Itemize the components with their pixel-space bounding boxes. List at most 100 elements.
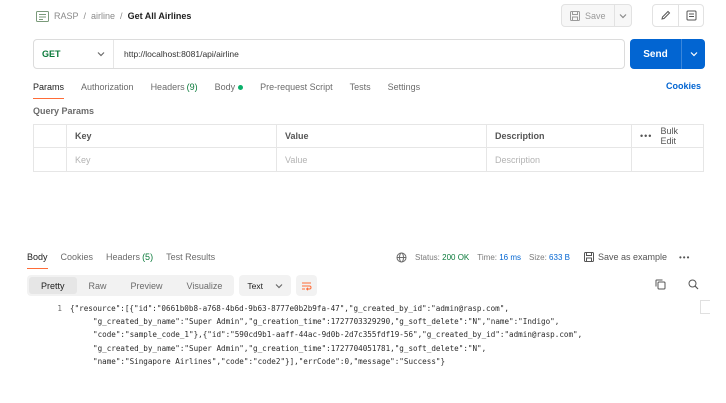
tab-params[interactable]: Params <box>33 80 65 99</box>
size-value: 633 B <box>549 252 570 262</box>
view-raw[interactable]: Raw <box>77 277 119 294</box>
tab-label: Cookies <box>60 252 94 262</box>
code-text: "code":"sample_code_1"},{"id":"590cd9b1-… <box>93 330 583 340</box>
status-label: Status: <box>415 252 440 262</box>
size-info[interactable]: Size: 633 B <box>529 253 570 262</box>
tab-response-cookies[interactable]: Cookies <box>61 250 94 264</box>
globe-icon[interactable] <box>396 252 407 263</box>
tab-label: Settings <box>387 82 421 92</box>
view-preview[interactable]: Preview <box>119 277 175 294</box>
tab-test-results[interactable]: Test Results <box>166 250 215 264</box>
code-text: "g_created_by_name":"Super Admin","g_cre… <box>93 317 560 327</box>
tab-label: Pre-request Script <box>260 82 333 92</box>
more-options-icon[interactable]: ••• <box>679 253 690 262</box>
tab-authorization[interactable]: Authorization <box>81 80 134 94</box>
format-select[interactable]: Text <box>239 275 291 296</box>
response-toolbar: Pretty Raw Preview Visualize Text <box>27 275 317 296</box>
documentation-button[interactable] <box>678 5 703 26</box>
tab-pre-request-script[interactable]: Pre-request Script <box>260 80 333 94</box>
tab-settings[interactable]: Settings <box>388 80 421 94</box>
document-icon <box>686 10 696 21</box>
tab-label: Body <box>27 252 48 262</box>
response-tabs: Body Cookies Headers (5) Test Results <box>27 250 228 269</box>
save-icon <box>570 10 580 21</box>
pencil-icon <box>661 10 671 20</box>
more-options-icon[interactable]: ••• <box>640 131 652 141</box>
status-info[interactable]: Status: 200 OK <box>415 253 469 262</box>
save-icon <box>583 252 594 262</box>
view-visualize[interactable]: Visualize <box>175 277 235 294</box>
breadcrumb-separator: / <box>120 11 123 21</box>
send-dropdown[interactable] <box>681 39 705 69</box>
save-dropdown[interactable] <box>615 5 631 26</box>
tab-label: Authorization <box>81 82 134 92</box>
time-value: 16 ms <box>499 252 522 262</box>
tab-body[interactable]: Body <box>215 80 244 94</box>
chevron-down-icon <box>619 13 626 18</box>
tab-label: Headers <box>150 82 185 92</box>
tab-label: Test Results <box>166 252 216 262</box>
code-line-wrap: "name":"Singapore Airlines","code":"code… <box>40 355 710 368</box>
code-text: "name":"Singapore Airlines","code":"code… <box>93 356 446 366</box>
copy-icon[interactable] <box>655 279 666 290</box>
code-line-wrap: "g_created_by_name":"Super Admin","g_cre… <box>40 315 710 328</box>
line-number: 1 <box>57 304 62 313</box>
search-icon[interactable] <box>688 279 699 290</box>
tab-tests[interactable]: Tests <box>350 80 371 94</box>
save-as-example-button[interactable]: Save as example <box>583 252 667 262</box>
value-input[interactable]: Value <box>277 148 487 171</box>
request-tabs: Params Authorization Headers (9) Body Pre… <box>33 80 437 99</box>
view-mode-segment: Pretty Raw Preview Visualize <box>27 275 235 296</box>
headers-count: (9) <box>186 82 198 92</box>
key-input[interactable]: Key <box>67 148 277 171</box>
breadcrumb-workspace[interactable]: RASP <box>54 11 79 21</box>
save-label: Save <box>585 10 606 21</box>
breadcrumb-collection[interactable]: airline <box>91 11 115 21</box>
response-actions <box>655 279 699 290</box>
chevron-down-icon <box>97 52 104 57</box>
edit-button[interactable] <box>653 5 678 26</box>
response-body-code[interactable]: 1 {"resource":[{"id":"0661b0b8-a768-4b6d… <box>40 302 710 368</box>
view-pretty[interactable]: Pretty <box>29 277 77 294</box>
request-name[interactable]: Get All Airlines <box>128 11 192 21</box>
tab-response-body[interactable]: Body <box>27 250 48 269</box>
code-line: 1 {"resource":[{"id":"0661b0b8-a768-4b6d… <box>40 302 710 315</box>
time-info[interactable]: Time: 16 ms <box>477 253 521 262</box>
send-button[interactable]: Send <box>630 39 705 69</box>
size-label: Size: <box>529 252 547 262</box>
time-label: Time: <box>477 252 497 262</box>
url-input[interactable]: http://localhost:8081/api/airline <box>114 49 239 59</box>
http-request-icon <box>36 10 49 22</box>
editor-scroll-indicator <box>700 300 710 314</box>
body-indicator-dot <box>238 84 244 90</box>
table-row: Key Value Description <box>34 148 703 171</box>
column-description: Description <box>487 125 632 147</box>
tab-label: Body <box>214 82 236 92</box>
tab-headers[interactable]: Headers (9) <box>151 80 198 94</box>
save-button[interactable]: Save <box>562 5 615 26</box>
code-line-wrap: "g_created_by_name":"Super Admin","g_cre… <box>40 342 710 355</box>
send-label: Send <box>643 48 668 60</box>
checkbox-column <box>34 125 67 147</box>
description-input[interactable]: Description <box>487 148 632 171</box>
column-value: Value <box>277 125 487 147</box>
response-meta: Status: 200 OK Time: 16 ms Size: 633 B S… <box>396 250 690 264</box>
wrap-lines-button[interactable] <box>296 275 317 296</box>
save-as-example-label: Save as example <box>597 252 667 262</box>
status-value: 200 OK <box>442 252 470 262</box>
chevron-down-icon <box>275 283 283 288</box>
code-text: "g_created_by_name":"Super Admin","g_cre… <box>93 343 487 353</box>
request-url-bar: GET http://localhost:8081/api/airline <box>33 39 625 69</box>
code-line-wrap: "code":"sample_code_1"},{"id":"590cd9b1-… <box>40 328 710 341</box>
chevron-down-icon <box>690 52 697 57</box>
tab-label: Params <box>33 82 65 92</box>
cookies-link[interactable]: Cookies <box>666 81 701 91</box>
bulk-edit-button[interactable]: Bulk Edit <box>660 126 693 146</box>
tab-response-headers[interactable]: Headers (5) <box>106 250 153 264</box>
method-value: GET <box>42 49 61 59</box>
method-select[interactable]: GET <box>34 40 114 68</box>
request-tools <box>652 4 704 27</box>
tab-label: Tests <box>349 82 371 92</box>
table-header-row: Key Value Description ••• Bulk Edit <box>34 125 703 148</box>
column-key: Key <box>67 125 277 147</box>
